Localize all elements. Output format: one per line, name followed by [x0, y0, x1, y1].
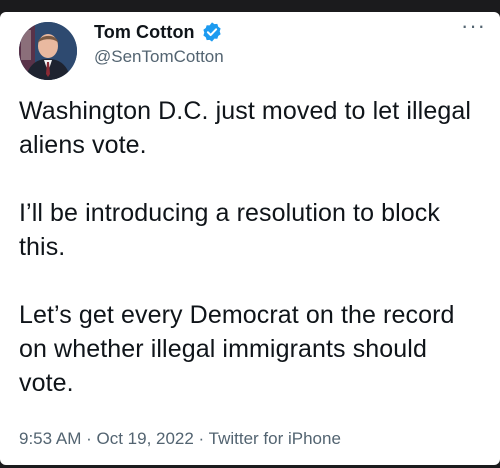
tweet-paragraph: Washington D.C. just moved to let illega… [19, 97, 471, 159]
verified-badge-icon [201, 21, 223, 43]
meta-separator: · [81, 429, 97, 448]
author-avatar[interactable] [19, 22, 77, 80]
tweet-time[interactable]: 9:53 AM [19, 429, 81, 448]
author-display-name[interactable]: Tom Cotton [94, 22, 195, 43]
tweet-metadata: 9:53 AM · Oct 19, 2022 · Twitter for iPh… [19, 429, 341, 449]
tweet-paragraph: Let’s get every Democrat on the record o… [19, 301, 455, 397]
tweet-text: Washington D.C. just moved to let illega… [19, 94, 479, 400]
author-name-row: Tom Cotton [94, 20, 223, 44]
portrait-avatar-image [19, 22, 77, 80]
tweet-source[interactable]: Twitter for iPhone [209, 429, 341, 448]
tweet-card: Tom Cotton @SenTomCotton ··· Washington … [0, 12, 500, 465]
tweet-date[interactable]: Oct 19, 2022 [96, 429, 193, 448]
meta-separator: · [193, 429, 209, 448]
author-handle[interactable]: @SenTomCotton [94, 47, 224, 67]
more-options-icon[interactable]: ··· [461, 15, 486, 37]
tweet-paragraph: I’ll be introducing a resolution to bloc… [19, 199, 441, 261]
